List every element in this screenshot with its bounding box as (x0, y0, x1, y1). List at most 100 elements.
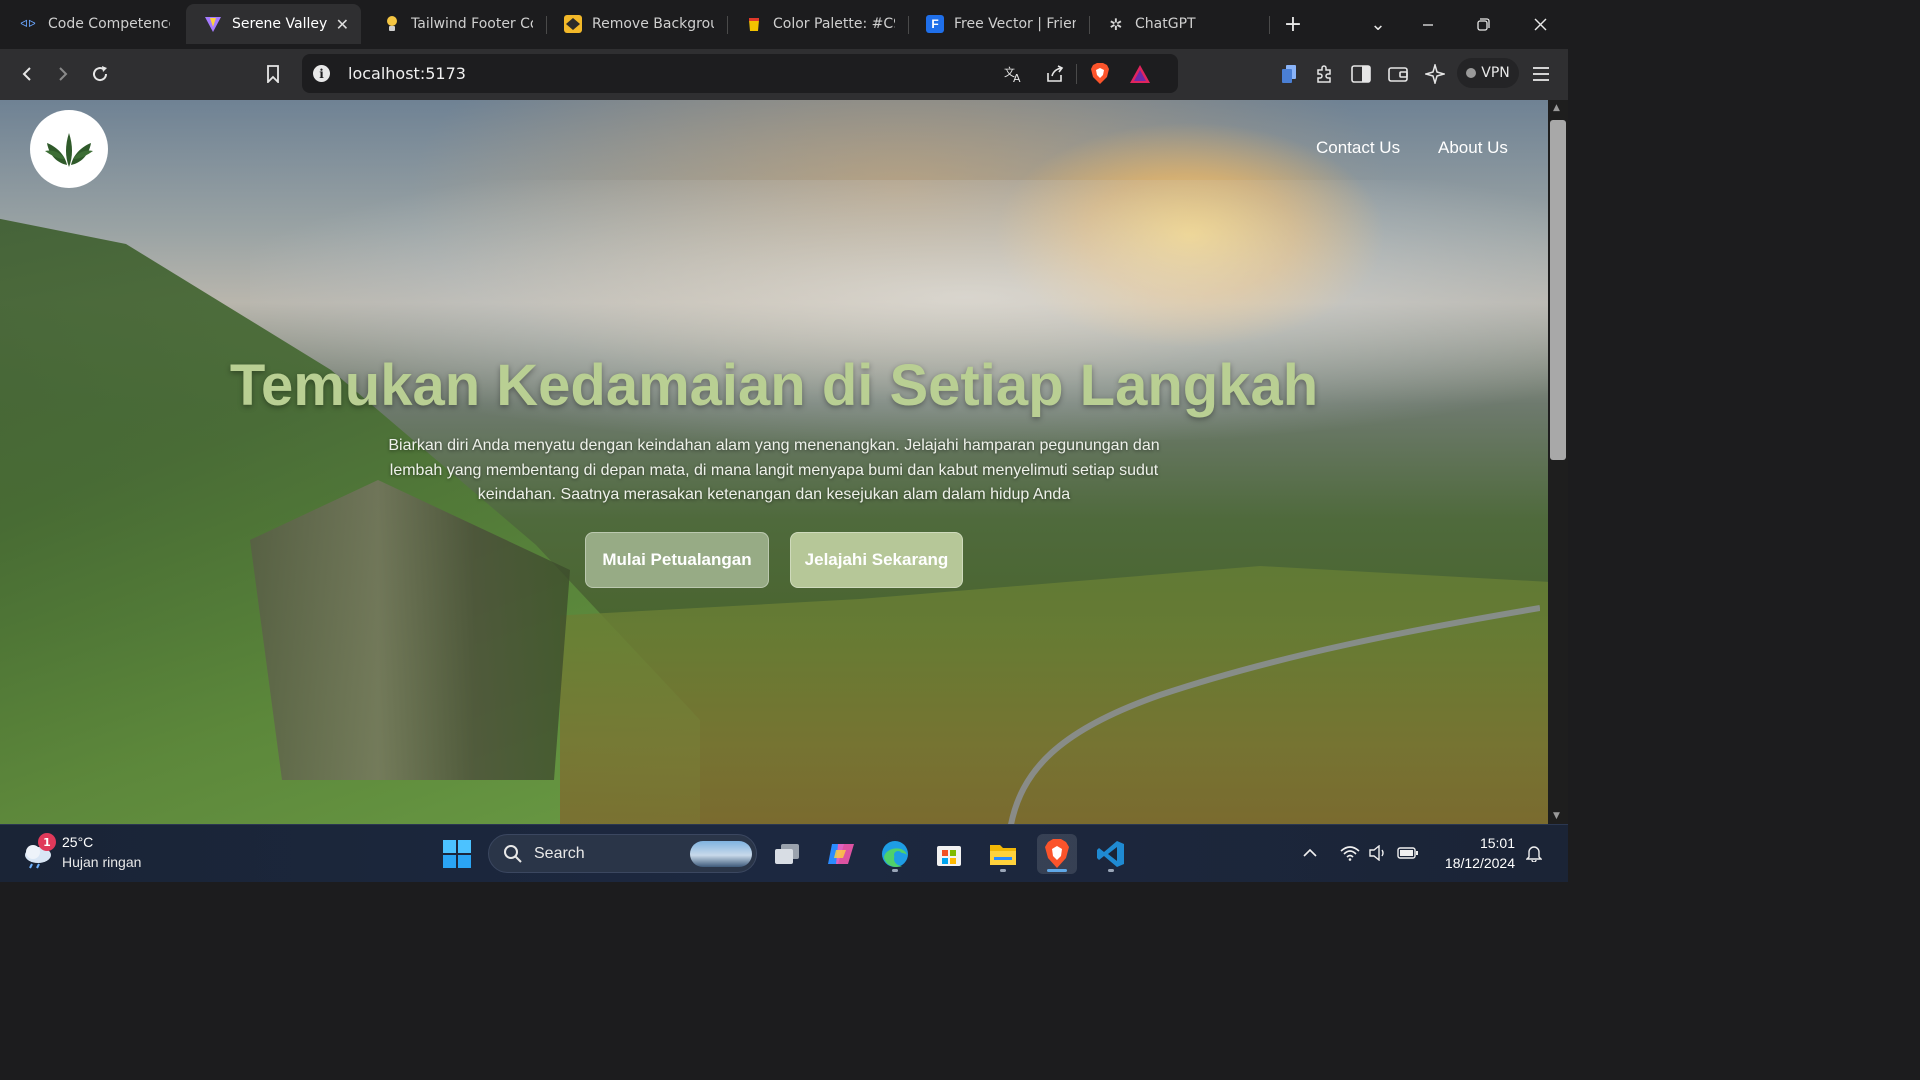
hero-background-road (1008, 605, 1540, 824)
minimize-icon (1423, 23, 1433, 26)
notifications-bell-icon[interactable] (1522, 842, 1546, 864)
page-scrollbar[interactable]: ▲ ▼ (1548, 100, 1568, 824)
tab-free-vector[interactable]: F Free Vector | Frien (908, 4, 1088, 44)
vpn-label: VPN (1481, 65, 1510, 81)
nav-contact-us[interactable]: Contact Us (1316, 138, 1400, 158)
menu-button[interactable] (1525, 59, 1557, 89)
brave-rewards-icon[interactable] (1128, 62, 1152, 86)
back-button[interactable] (11, 59, 43, 89)
hero-background-cliff (250, 480, 570, 780)
translate-icon[interactable]: 文A (1002, 62, 1026, 86)
hero-description: Biarkan diri Anda menyatu dengan keindah… (388, 437, 1160, 503)
show-hidden-icons-chevron-up-icon[interactable] (1298, 842, 1322, 864)
task-view-icon (775, 844, 799, 864)
tab-tailwind-footer[interactable]: Tailwind Footer Co (365, 4, 545, 44)
running-indicator (1108, 869, 1114, 872)
restore-button[interactable] (1458, 0, 1508, 49)
clock-date[interactable]: 18/12/2024 (1445, 855, 1515, 871)
vpn-button[interactable]: VPN (1457, 58, 1519, 88)
restore-icon (1476, 18, 1490, 31)
search-highlight-image (690, 841, 752, 867)
close-window-button[interactable] (1515, 0, 1565, 49)
chatgpt-favicon: ✲ (1109, 14, 1123, 34)
scroll-down-arrow-icon[interactable]: ▼ (1553, 811, 1560, 821)
minimize-button[interactable] (1403, 0, 1453, 49)
copilot-button[interactable] (821, 834, 861, 874)
copilot-icon (828, 844, 854, 864)
tab-label: Color Palette: #C9 (773, 16, 895, 32)
tab-label: Code Competence (48, 16, 170, 32)
search-icon (504, 845, 522, 863)
address-url[interactable]: localhost:5173 (348, 64, 466, 83)
explore-now-button[interactable]: Jelajahi Sekarang (790, 532, 963, 588)
sidebar-button[interactable] (1345, 59, 1377, 89)
brave-shields-icon[interactable] (1088, 62, 1112, 86)
hero-section: Contact Us About Us Temukan Kedamaian di… (0, 100, 1548, 824)
tab-chatgpt[interactable]: ✲ ChatGPT (1089, 4, 1259, 44)
site-logo[interactable] (30, 110, 108, 188)
store-icon (937, 846, 961, 866)
address-bar[interactable]: i localhost:5173 文A (302, 54, 1178, 93)
sidebar-icon (1351, 65, 1371, 83)
volume-icon[interactable] (1366, 842, 1390, 864)
forward-button[interactable] (47, 59, 79, 89)
file-explorer-button[interactable] (983, 834, 1023, 874)
reload-icon (93, 66, 108, 82)
leo-ai-button[interactable] (1419, 59, 1451, 89)
clock-time[interactable]: 15:01 (1480, 835, 1515, 851)
reload-button[interactable] (84, 59, 116, 89)
tab-label: Free Vector | Frien (954, 16, 1076, 32)
chevron-down-icon: ⌄ (1370, 14, 1386, 35)
edge-icon (882, 841, 908, 867)
tab-label: Serene Valley (232, 16, 328, 32)
brave-icon (1045, 839, 1069, 868)
weather-alert-badge: 1 (38, 833, 56, 851)
bookmarks-side-button[interactable] (1273, 59, 1305, 89)
windows-logo-icon (443, 840, 471, 868)
code-competence-favicon: ᐊᐅ (20, 18, 36, 30)
taskbar-search[interactable]: Search (488, 834, 757, 873)
tab-code-competence[interactable]: ᐊᐅ Code Competence (0, 4, 183, 44)
vscode-button[interactable] (1091, 834, 1131, 874)
bookmark-icon (267, 65, 279, 83)
site-info-icon[interactable]: i (313, 65, 330, 82)
running-indicator (1000, 869, 1006, 872)
start-button[interactable] (437, 834, 477, 874)
tab-list-button[interactable]: ⌄ (1353, 0, 1403, 49)
vpn-status-dot (1466, 68, 1477, 78)
tab-serene-valley[interactable]: Serene Valley ✕ (186, 4, 361, 44)
start-adventure-button[interactable]: Mulai Petualangan (585, 532, 769, 588)
search-label: Search (534, 845, 585, 862)
tab-remove-background[interactable]: Remove Backgrou (546, 4, 726, 44)
remove-bg-favicon (564, 15, 582, 33)
tab-label: Remove Backgrou (592, 16, 714, 32)
nav-about-us[interactable]: About Us (1438, 138, 1508, 158)
close-tab-icon[interactable]: ✕ (336, 15, 349, 34)
leaf-logo-icon (45, 133, 93, 167)
arrow-left-icon (22, 67, 31, 81)
task-view-button[interactable] (767, 834, 807, 874)
new-tab-button[interactable]: + (1268, 0, 1318, 49)
weather-temperature[interactable]: 25°C (62, 834, 93, 850)
freepik-favicon: F (926, 15, 944, 33)
extensions-button[interactable] (1309, 59, 1341, 89)
sparkle-icon (1425, 64, 1445, 84)
hamburger-menu-icon (1533, 67, 1549, 81)
vite-favicon (204, 15, 222, 33)
brave-button[interactable] (1037, 834, 1077, 874)
wifi-icon[interactable] (1338, 842, 1362, 864)
scroll-up-arrow-icon[interactable]: ▲ (1553, 103, 1560, 113)
battery-icon[interactable] (1396, 842, 1420, 864)
bookmark-button[interactable] (257, 59, 289, 89)
tab-label: ChatGPT (1135, 16, 1196, 32)
share-icon[interactable] (1043, 62, 1067, 86)
tailwind-favicon (383, 15, 401, 33)
tab-color-palette[interactable]: Color Palette: #C9 (727, 4, 907, 44)
edge-button[interactable] (875, 834, 915, 874)
browser-toolbar: i localhost:5173 文A VPN (0, 49, 1568, 100)
close-icon (1534, 18, 1546, 31)
scrollbar-thumb[interactable] (1550, 120, 1566, 460)
weather-condition[interactable]: Hujan ringan (62, 854, 141, 870)
wallet-button[interactable] (1382, 59, 1414, 89)
microsoft-store-button[interactable] (929, 834, 969, 874)
